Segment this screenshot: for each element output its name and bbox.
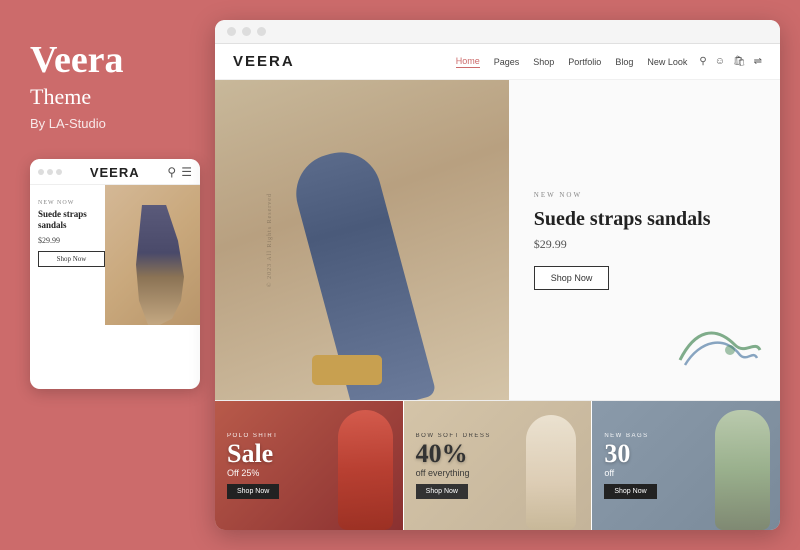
nav-item-portfolio[interactable]: Portfolio <box>568 57 601 67</box>
nav-item-newlook[interactable]: New Look <box>647 57 687 67</box>
mobile-logo: VEERA <box>90 165 140 180</box>
mobile-hero-image <box>105 185 200 325</box>
desktop-nav-items: Home Pages Shop Portfolio Blog New Look <box>456 56 688 68</box>
hero-new-tag: NEW NOW <box>534 191 755 199</box>
mobile-body: NEW NOW Suede straps sandals $29.99 Shop… <box>30 185 200 380</box>
hero-price: $29.99 <box>534 237 755 252</box>
desktop-dot-2 <box>242 27 251 36</box>
promo-btn-3[interactable]: Shop Now <box>604 484 656 499</box>
nav-item-pages[interactable]: Pages <box>494 57 520 67</box>
brand-name: Veera <box>30 40 124 82</box>
nav-item-shop[interactable]: Shop <box>533 57 554 67</box>
mobile-shoe-visual <box>105 185 200 325</box>
promo-sub-text-2: off everything <box>416 468 470 478</box>
promo-card-3: NEW BAGS 30 off Shop Now <box>591 401 780 530</box>
promo-card-2: BOW SOFT DRESS 40% off everything Shop N… <box>403 401 592 530</box>
menu-icon[interactable]: ☰ <box>181 165 192 180</box>
hero-product-title: Suede straps sandals <box>534 207 755 231</box>
promo-btn-1[interactable]: Shop Now <box>227 484 279 499</box>
promo-overlay-2: BOW SOFT DRESS 40% off everything Shop N… <box>404 401 592 530</box>
desktop-search-icon[interactable]: ⚲ <box>699 56 706 67</box>
desktop-nav-icons: ⚲ ☺ 🛍 ⇌ <box>699 56 762 67</box>
hero-shoe-strap <box>312 355 382 385</box>
desktop-navbar: VEERA Home Pages Shop Portfolio Blog New… <box>215 44 780 80</box>
promo-btn-2[interactable]: Shop Now <box>416 484 468 499</box>
promo-overlay-1: POLO SHIRT Sale Off 25% Shop Now <box>215 401 403 530</box>
mobile-dot-1 <box>38 169 44 175</box>
desktop-share-icon[interactable]: ⇌ <box>754 56 762 67</box>
hero-content: NEW NOW Suede straps sandals $29.99 Shop… <box>509 80 780 400</box>
promo-sub-text-3: off <box>604 468 614 478</box>
desktop-topbar <box>215 20 780 44</box>
mobile-dot-2 <box>47 169 53 175</box>
mobile-shop-button[interactable]: Shop Now <box>38 251 105 267</box>
desktop-nav-logo: VEERA <box>233 53 295 70</box>
promo-tag-3: NEW BAGS <box>604 433 648 439</box>
promo-big-text-3: 30 <box>604 441 630 467</box>
mobile-dot-3 <box>56 169 62 175</box>
promo-tag-1: POLO SHIRT <box>227 433 278 439</box>
left-panel: Veera Theme By LA-Studio VEERA ⚲ ☰ NEW <box>0 0 215 550</box>
hero-shoe-visual <box>215 80 509 400</box>
desktop-dot-3 <box>257 27 266 36</box>
mobile-price: $29.99 <box>38 236 105 245</box>
promo-big-text-2: 40% <box>416 441 468 467</box>
promo-sub-text-1: Off 25% <box>227 468 259 478</box>
brand-theme-label: Theme <box>30 84 91 110</box>
mobile-product-title: Suede straps sandals <box>38 209 105 232</box>
promo-overlay-3: NEW BAGS 30 off Shop Now <box>592 401 780 530</box>
desktop-hero: © 2023 All Rights Reserved NEW NOW Suede… <box>215 80 780 400</box>
mobile-preview: VEERA ⚲ ☰ NEW NOW Suede straps sandals $… <box>30 159 200 389</box>
desktop-dot-1 <box>227 27 236 36</box>
promo-card-1: POLO SHIRT Sale Off 25% Shop Now <box>215 401 403 530</box>
mobile-top-bar: VEERA ⚲ ☰ <box>30 159 200 185</box>
search-icon[interactable]: ⚲ <box>167 165 176 180</box>
mobile-nav-icons: ⚲ ☰ <box>167 165 192 180</box>
brand-by: By LA-Studio <box>30 116 106 131</box>
nav-item-blog[interactable]: Blog <box>615 57 633 67</box>
promo-tag-2: BOW SOFT DRESS <box>416 433 491 439</box>
desktop-cart-icon[interactable]: 🛍 <box>733 56 746 67</box>
mobile-shoe-leg <box>130 205 190 325</box>
promo-row: POLO SHIRT Sale Off 25% Shop Now BOW SOF… <box>215 400 780 530</box>
mobile-new-tag: NEW NOW <box>38 200 105 206</box>
nav-item-home[interactable]: Home <box>456 56 480 68</box>
mobile-product-content: NEW NOW Suede straps sandals $29.99 Shop… <box>30 195 110 267</box>
brush-decoration <box>675 320 765 380</box>
mobile-dots <box>38 169 62 175</box>
hero-shop-button[interactable]: Shop Now <box>534 266 610 290</box>
promo-big-text-1: Sale <box>227 441 273 467</box>
hero-watermark: © 2023 All Rights Reserved <box>267 193 273 287</box>
desktop-user-icon[interactable]: ☺ <box>715 56 725 67</box>
desktop-preview: VEERA Home Pages Shop Portfolio Blog New… <box>215 20 780 530</box>
hero-image-area: © 2023 All Rights Reserved <box>215 80 509 400</box>
